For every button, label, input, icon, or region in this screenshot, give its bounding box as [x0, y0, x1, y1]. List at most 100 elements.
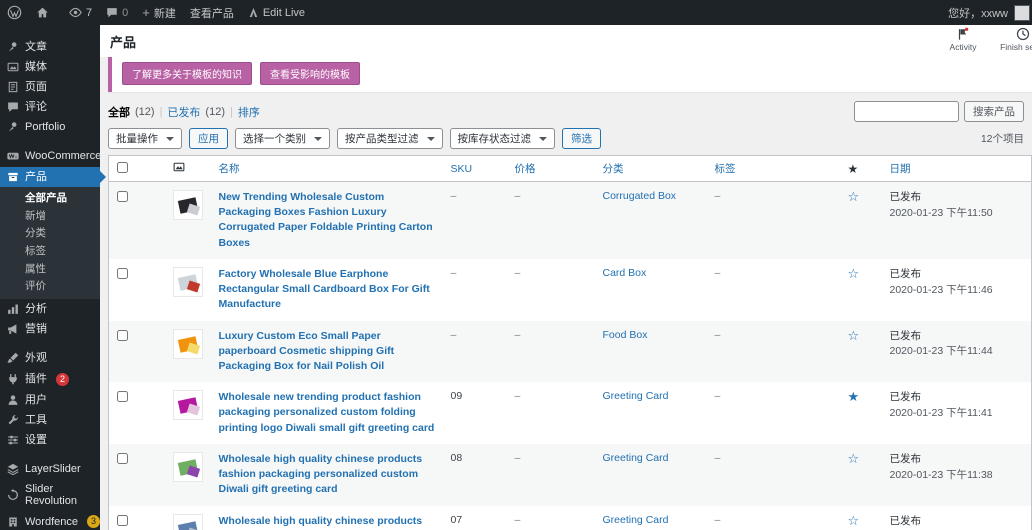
select-all-checkbox[interactable]	[117, 162, 128, 173]
filter-published-link[interactable]: 已发布	[167, 104, 200, 120]
featured-star-outline-icon[interactable]: ☆	[848, 189, 860, 204]
new-content-menu[interactable]: + 新建	[135, 0, 183, 25]
activity-button[interactable]: Activity	[940, 27, 986, 52]
category-filter-select[interactable]: 选择一个类别	[235, 128, 330, 149]
bulk-actions-select[interactable]: 批量操作	[108, 128, 182, 149]
product-thumbnail[interactable]	[173, 514, 203, 530]
column-header-featured[interactable]: ★	[842, 156, 884, 182]
edit-live-link[interactable]: Edit Live	[241, 0, 312, 25]
sidebar-item-appearance[interactable]: 外观	[0, 348, 100, 368]
product-name-link[interactable]: New Trending Wholesale Custom Packaging …	[219, 190, 439, 251]
column-header-date[interactable]: 日期	[884, 156, 1032, 182]
table-row: Wholesale new trending product fashion p…	[109, 382, 1032, 444]
product-category-link[interactable]: Greeting Card	[603, 452, 669, 464]
column-header-sku[interactable]: SKU	[445, 156, 509, 182]
product-thumbnail[interactable]	[173, 267, 203, 297]
sidebar-item-media[interactable]: 媒体	[0, 57, 100, 77]
sidebar-item-analytics[interactable]: 分析	[0, 299, 100, 319]
search-products-button[interactable]: 搜索产品	[964, 101, 1024, 122]
featured-star-outline-icon[interactable]: ☆	[848, 328, 860, 343]
view-affected-templates-button[interactable]: 查看受影响的模板	[260, 62, 360, 85]
finish-setup-button[interactable]: Finish setup	[1000, 27, 1032, 52]
product-category-link[interactable]: Greeting Card	[603, 390, 669, 402]
product-name-link[interactable]: Wholesale high quality chinese products …	[219, 452, 439, 498]
product-price: –	[509, 321, 597, 383]
chevron-down-icon	[427, 137, 435, 145]
sidebar-item-products[interactable]: 产品	[0, 167, 100, 187]
sidebar-item-woocommerce[interactable]: WooCommerce	[0, 146, 100, 166]
filter-button[interactable]: 筛选	[562, 128, 601, 149]
publish-status: 已发布	[890, 190, 1026, 206]
row-checkbox[interactable]	[117, 391, 128, 402]
apply-button[interactable]: 应用	[189, 128, 228, 149]
site-home-icon[interactable]	[29, 0, 56, 25]
sidebar-item-wordfence[interactable]: Wordfence3	[0, 511, 100, 530]
sidebar-item-portfolio[interactable]: Portfolio	[0, 117, 100, 137]
publish-date: 2020-01-23 下午11:44	[890, 344, 1026, 359]
submenu-item[interactable]: 全部产品	[0, 190, 100, 208]
product-thumbnail[interactable]	[173, 190, 203, 220]
product-name-link[interactable]: Wholesale new trending product fashion p…	[219, 390, 439, 436]
featured-star-outline-icon[interactable]: ☆	[848, 513, 860, 528]
product-thumbnail[interactable]	[173, 452, 203, 482]
product-sku: 08	[445, 444, 509, 506]
column-header-name[interactable]: 名称	[213, 156, 445, 182]
product-category-link[interactable]: Greeting Card	[603, 514, 669, 526]
comments-menu[interactable]: 0	[99, 0, 135, 25]
date-cell: 已发布2020-01-23 下午11:38	[884, 444, 1032, 506]
sidebar-item-marketing[interactable]: 营销	[0, 319, 100, 339]
product-thumbnail[interactable]	[173, 390, 203, 420]
row-checkbox[interactable]	[117, 515, 128, 526]
product-type-filter-select[interactable]: 按产品类型过滤	[337, 128, 443, 149]
view-product-link[interactable]: 查看产品	[183, 0, 241, 25]
name-cell: Wholesale high quality chinese products …	[213, 506, 445, 530]
row-checkbox[interactable]	[117, 268, 128, 279]
learn-more-templates-button[interactable]: 了解更多关于模板的知识	[122, 62, 252, 85]
submenu-item[interactable]: 属性	[0, 260, 100, 278]
sidebar-item-plugins[interactable]: 插件2	[0, 369, 100, 390]
sidebar-item-slider-revolution[interactable]: Slider Revolution	[0, 479, 100, 511]
featured-star-outline-icon[interactable]: ☆	[848, 451, 860, 466]
views-menu[interactable]: 7	[62, 0, 99, 25]
sidebar-item-layerslider[interactable]: LayerSlider	[0, 459, 100, 479]
column-header-category[interactable]: 分类	[597, 156, 709, 182]
sidebar-item-posts[interactable]: 文章	[0, 37, 100, 57]
product-name-link[interactable]: Factory Wholesale Blue Earphone Rectangu…	[219, 267, 439, 313]
featured-star-filled-icon[interactable]: ★	[848, 389, 860, 404]
product-category-link[interactable]: Food Box	[603, 329, 648, 341]
column-header-tags[interactable]: 标签	[709, 156, 842, 182]
submenu-item[interactable]: 新增	[0, 207, 100, 225]
sidebar-item-settings[interactable]: 设置	[0, 430, 100, 450]
sidebar-item-users[interactable]: 用户	[0, 390, 100, 410]
filter-all-link[interactable]: 全部	[108, 104, 130, 120]
publish-status: 已发布	[890, 514, 1026, 530]
category-cell: Greeting Card	[597, 444, 709, 506]
product-category-link[interactable]: Corrugated Box	[603, 190, 677, 202]
product-name-link[interactable]: Luxury Custom Eco Small Paper paperboard…	[219, 329, 439, 375]
row-checkbox[interactable]	[117, 453, 128, 464]
row-checkbox[interactable]	[117, 330, 128, 341]
product-category-link[interactable]: Card Box	[603, 267, 647, 279]
product-thumbnail[interactable]	[173, 329, 203, 359]
sidebar-item-label: 媒体	[25, 61, 47, 73]
sidebar-item-pages[interactable]: 页面	[0, 77, 100, 97]
stock-status-filter-select[interactable]: 按库存状态过滤	[450, 128, 556, 149]
wordfence-icon	[7, 516, 19, 528]
product-name-link[interactable]: Wholesale high quality chinese products …	[219, 514, 439, 530]
column-header-price[interactable]: 价格	[509, 156, 597, 182]
sidebar-item-comments[interactable]: 评论	[0, 97, 100, 117]
submenu-item[interactable]: 评价	[0, 278, 100, 296]
submenu-item[interactable]: 分类	[0, 225, 100, 243]
user-greeting[interactable]: 您好，xxww	[948, 5, 1008, 21]
product-sku: –	[445, 259, 509, 321]
search-input[interactable]	[854, 101, 959, 122]
sidebar-item-tools[interactable]: 工具	[0, 410, 100, 430]
avatar[interactable]	[1014, 5, 1030, 21]
admin-sidebar: 文章媒体页面评论Portfolio WooCommerce产品全部产品新增分类标签…	[0, 25, 100, 530]
table-row: Wholesale high quality chinese products …	[109, 506, 1032, 530]
row-checkbox[interactable]	[117, 191, 128, 202]
wordpress-logo-icon[interactable]	[0, 0, 29, 25]
submenu-item[interactable]: 标签	[0, 242, 100, 260]
sort-link[interactable]: 排序	[238, 104, 260, 120]
featured-star-outline-icon[interactable]: ☆	[848, 266, 860, 281]
